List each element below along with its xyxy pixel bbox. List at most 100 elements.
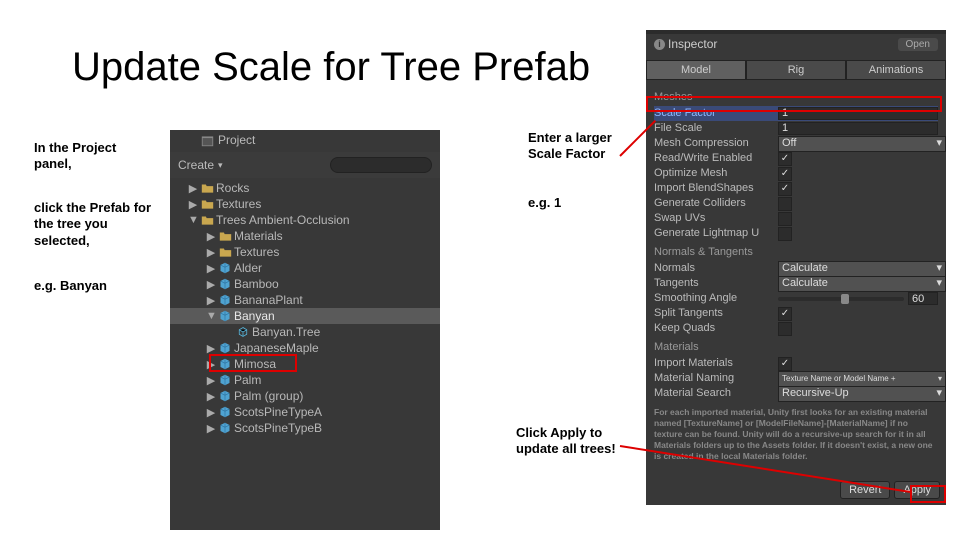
lightmap-checkbox[interactable] <box>778 227 792 241</box>
tree-item-label: Textures <box>234 245 279 259</box>
annotation-box-apply <box>910 485 946 503</box>
expand-arrow[interactable]: ▶ <box>206 390 216 403</box>
expand-arrow[interactable]: ▼ <box>206 310 216 322</box>
smoothing-value[interactable] <box>908 292 938 305</box>
inspector-info-icon: i <box>654 39 665 50</box>
create-dropdown-icon[interactable]: ▾ <box>218 160 223 171</box>
tree-item-label: Trees Ambient-Occlusion <box>216 213 350 227</box>
tree-item-palm-group-[interactable]: ▶ Palm (group) <box>170 388 440 404</box>
prefab-icon <box>218 293 232 307</box>
tree-item-scotspinetypeb[interactable]: ▶ScotsPineTypeB <box>170 420 440 436</box>
tree-item-label: Bamboo <box>234 277 279 291</box>
expand-arrow[interactable]: ▶ <box>206 278 216 291</box>
project-icon <box>200 133 214 147</box>
project-search[interactable] <box>330 157 432 173</box>
tree-item-label: BananaPlant <box>234 293 303 307</box>
expand-arrow[interactable]: ▶ <box>206 374 216 387</box>
mesh-icon <box>236 325 250 339</box>
expand-arrow[interactable]: ▶ <box>206 262 216 275</box>
tree-item-bananaplant[interactable]: ▶ BananaPlant <box>170 292 440 308</box>
material-naming-label: Material Naming <box>654 371 774 386</box>
tangents-select[interactable]: Calculate▾ <box>778 276 946 292</box>
import-materials-label: Import Materials <box>654 356 774 371</box>
prefab-icon <box>218 261 232 275</box>
prefab-icon <box>218 277 232 291</box>
smoothing-slider[interactable] <box>778 297 904 301</box>
tree-item-label: Palm (group) <box>234 389 303 403</box>
prefab-icon <box>218 421 232 435</box>
tab-model[interactable]: Model <box>646 60 746 80</box>
expand-arrow[interactable]: ▶ <box>206 230 216 243</box>
material-search-select[interactable]: Recursive-Up▾ <box>778 386 946 402</box>
instruction-3: e.g. Banyan <box>34 278 144 294</box>
expand-arrow[interactable]: ▶ <box>206 422 216 435</box>
slide-title: Update Scale for Tree Prefab <box>72 45 590 90</box>
tree-item-label: ScotsPineTypeA <box>234 405 322 419</box>
annotation-box-banyan <box>209 354 297 372</box>
expand-arrow[interactable]: ▶ <box>206 406 216 419</box>
gencolliders-checkbox[interactable] <box>778 197 792 211</box>
chevron-down-icon: ▾ <box>936 386 942 401</box>
tree-item-textures[interactable]: ▶ Textures <box>170 244 440 260</box>
open-button[interactable]: Open <box>898 38 938 51</box>
prefab-icon <box>218 309 232 323</box>
expand-arrow[interactable]: ▶ <box>206 246 216 259</box>
tab-animations[interactable]: Animations <box>846 60 946 80</box>
material-hint: For each imported material, Unity first … <box>646 403 946 462</box>
expand-arrow[interactable]: ▶ <box>188 198 198 211</box>
project-panel: Project Create ▾ ▶Rocks▶Textures▼Trees A… <box>170 130 440 530</box>
import-materials-checkbox[interactable]: ✓ <box>778 357 792 371</box>
model-tabs: Model Rig Animations <box>646 60 946 80</box>
expand-arrow[interactable]: ▼ <box>188 214 198 226</box>
inspector-tab-label: Inspector <box>668 37 717 51</box>
tree-item-banyan-tree[interactable]: Banyan.Tree <box>170 324 440 340</box>
instruction-1: In the Project panel, <box>34 140 144 173</box>
folder-icon <box>218 245 232 259</box>
normals-select[interactable]: Calculate▾ <box>778 261 946 277</box>
instruction-6: Click Apply to update all trees! <box>516 425 636 458</box>
expand-arrow[interactable]: ▶ <box>206 342 216 355</box>
materials-header: Materials <box>654 340 938 355</box>
tree-item-label: Alder <box>234 261 262 275</box>
tree-item-alder[interactable]: ▶ Alder <box>170 260 440 276</box>
project-tab[interactable]: Project <box>188 130 267 150</box>
optimize-checkbox[interactable]: ✓ <box>778 167 792 181</box>
tree-item-bamboo[interactable]: ▶ Bamboo <box>170 276 440 292</box>
tree-item-palm[interactable]: ▶Palm <box>170 372 440 388</box>
material-naming-select[interactable]: Texture Name or Model Name +▾ <box>778 371 946 387</box>
split-tangents-checkbox[interactable]: ✓ <box>778 307 792 321</box>
tree-item-materials[interactable]: ▶Materials <box>170 228 440 244</box>
instruction-4: Enter a larger Scale Factor <box>528 130 633 163</box>
readwrite-checkbox[interactable]: ✓ <box>778 152 792 166</box>
inspector-tab[interactable]: i Inspector Open <box>646 34 946 54</box>
chevron-down-icon: ▾ <box>936 136 942 151</box>
tree-item-label: Banyan.Tree <box>252 325 320 339</box>
tab-rig[interactable]: Rig <box>746 60 846 80</box>
expand-arrow[interactable]: ▶ <box>206 294 216 307</box>
chevron-down-icon: ▾ <box>936 276 942 291</box>
mesh-compression-select[interactable]: Off▾ <box>778 136 946 152</box>
tree-item-trees-ambient-occlusion[interactable]: ▼ Trees Ambient-Occlusion <box>170 212 440 228</box>
prefab-icon <box>218 373 232 387</box>
folder-icon <box>218 229 232 243</box>
blendshapes-label: Import BlendShapes <box>654 181 774 196</box>
tree-item-label: Banyan <box>234 309 275 323</box>
expand-arrow[interactable]: ▶ <box>188 182 198 195</box>
smoothing-label: Smoothing Angle <box>654 291 774 306</box>
mesh-compression-label: Mesh Compression <box>654 136 774 151</box>
file-scale-input[interactable] <box>778 122 938 135</box>
folder-icon <box>200 213 214 227</box>
create-button[interactable]: Create <box>178 158 214 172</box>
keep-quads-label: Keep Quads <box>654 321 774 336</box>
keep-quads-checkbox[interactable] <box>778 322 792 336</box>
prefab-icon <box>218 405 232 419</box>
blendshapes-checkbox[interactable]: ✓ <box>778 182 792 196</box>
normals-header: Normals & Tangents <box>654 245 938 260</box>
tree-item-textures[interactable]: ▶Textures <box>170 196 440 212</box>
tree-item-rocks[interactable]: ▶Rocks <box>170 180 440 196</box>
normals-label: Normals <box>654 261 774 276</box>
tree-item-banyan[interactable]: ▼ Banyan <box>170 308 440 324</box>
swapuvs-checkbox[interactable] <box>778 212 792 226</box>
lightmap-label: Generate Lightmap U <box>654 226 774 241</box>
tree-item-scotspinetypea[interactable]: ▶ ScotsPineTypeA <box>170 404 440 420</box>
